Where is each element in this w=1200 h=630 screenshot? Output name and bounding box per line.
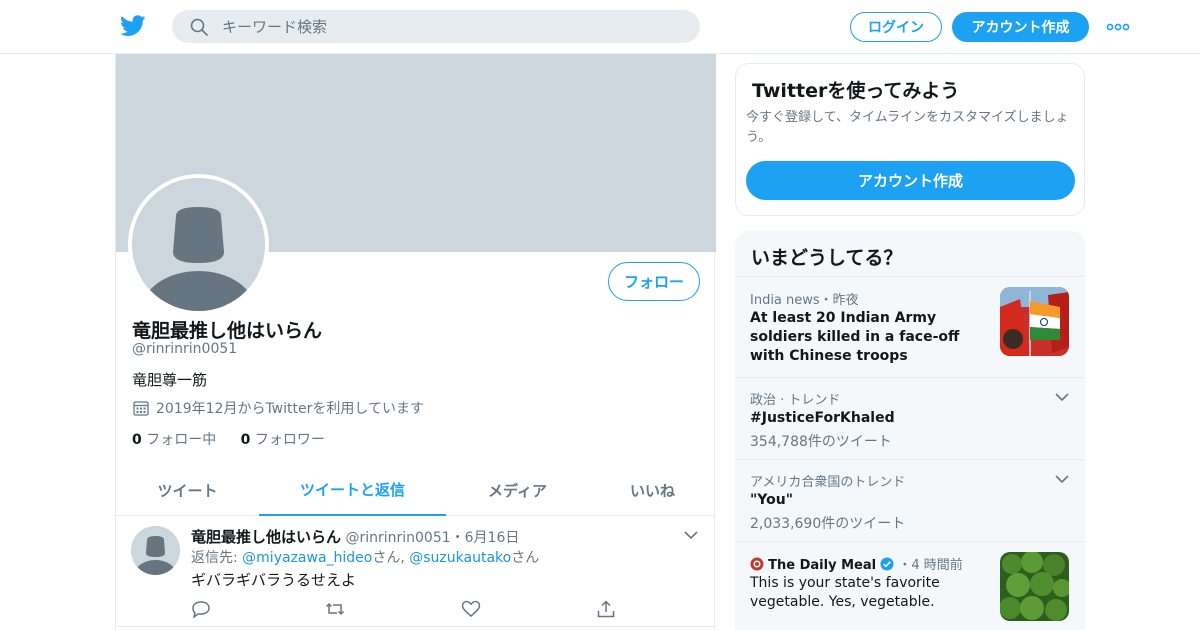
trend-meta: India news・昨夜 <box>750 293 859 308</box>
following-link[interactable]: 0 フォロー中 <box>132 432 216 448</box>
trend-title: At least 20 Indian Army soldiers killed … <box>750 310 960 364</box>
default-avatar-icon <box>132 178 265 311</box>
chevron-down-icon[interactable] <box>1055 475 1069 484</box>
search-icon <box>190 18 208 36</box>
signup-card-title: Twitterを使ってみよう <box>752 80 960 102</box>
chevron-down-icon[interactable] <box>684 531 698 540</box>
profile-tabs: ツイート ツイートと返信 メディア いいね <box>116 464 716 516</box>
trend-title: "You" <box>750 492 794 508</box>
trend-meta: 政治 · トレンド <box>750 393 841 408</box>
trend-title: #JusticeForKhaled <box>750 410 895 426</box>
chevron-down-icon[interactable] <box>1055 393 1069 402</box>
login-button[interactable]: ログイン <box>850 12 942 42</box>
share-icon[interactable] <box>596 600 616 618</box>
tab-likes[interactable]: いいね <box>589 464 716 516</box>
trends-panel: いまどうしてる？ India news・昨夜 At least 20 India… <box>735 231 1085 630</box>
trends-heading: いまどうしてる？ <box>751 247 903 269</box>
joined-text: 2019年12月からTwitterを利用しています <box>156 401 424 417</box>
profile-handle: @rinrinrin0051 <box>132 341 238 357</box>
reply-user-link[interactable]: @miyazawa_hideo <box>242 550 372 566</box>
heart-icon[interactable] <box>461 600 481 618</box>
default-avatar-icon <box>131 526 180 575</box>
twitter-bird-icon[interactable] <box>120 14 146 38</box>
tweet-header: 竜胆最推し他はいらん @rinrinrin0051・6月16日 <box>191 526 519 547</box>
calendar-icon <box>133 401 149 416</box>
profile-bio: 竜胆尊一筋 <box>132 371 208 389</box>
profile-counts: 0 フォロー中 0 フォロワー <box>132 429 325 449</box>
signup-button[interactable]: アカウント作成 <box>952 12 1089 42</box>
tab-tweets[interactable]: ツイート <box>116 464 259 516</box>
more-options-icon[interactable] <box>1106 22 1130 32</box>
trend-item[interactable]: 政治 · トレンド #JusticeForKhaled 354,788件のツイー… <box>735 377 1085 459</box>
signup-card-button[interactable]: アカウント作成 <box>746 161 1075 200</box>
trend-title: This is your state's favorite vegetable.… <box>750 575 940 610</box>
tab-tweets-and-replies[interactable]: ツイートと返信 <box>259 464 446 516</box>
india-flags-thumbnail <box>1000 287 1069 356</box>
retweet-icon[interactable] <box>325 600 345 618</box>
trend-source-name[interactable]: The Daily Meal <box>768 558 876 573</box>
follow-button[interactable]: フォロー <box>608 262 700 301</box>
reply-user-link[interactable]: @suzukautako <box>409 550 511 566</box>
profile-joined-date: 2019年12月からTwitterを利用しています <box>132 398 424 418</box>
tweet-item[interactable]: 竜胆最推し他はいらん @rinrinrin0051・6月16日 返信先: @mi… <box>116 517 716 627</box>
reply-icon[interactable] <box>191 600 211 618</box>
tweet-text: ギバラギバラうるせえよ <box>191 571 357 589</box>
broccoli-thumbnail <box>1000 552 1069 621</box>
profile-name: 竜胆最推し他はいらん <box>132 320 323 342</box>
tweet-reply-to: 返信先: @miyazawa_hideoさん, @suzukautakoさん <box>191 550 540 566</box>
trend-meta: The Daily Meal ・4 時間前 <box>750 554 963 573</box>
profile-column: フォロー 竜胆最推し他はいらん @rinrinrin0051 竜胆尊一筋 201… <box>115 54 716 630</box>
profile-avatar[interactable] <box>128 174 269 315</box>
verified-badge-icon <box>880 557 894 571</box>
signup-card-description: 今すぐ登録して、タイムラインをカスタマイズしましょう。 <box>746 110 1069 145</box>
trend-item[interactable]: アメリカ合衆国のトレンド "You" 2,033,690件のツイート <box>735 459 1085 541</box>
search-input[interactable] <box>222 10 682 43</box>
trend-count: 2,033,690件のツイート <box>750 516 906 532</box>
tweet-avatar[interactable] <box>131 526 180 575</box>
trend-count: 354,788件のツイート <box>750 434 892 450</box>
top-navigation-bar: ログイン アカウント作成 <box>0 0 1200 54</box>
trend-meta: アメリカ合衆国のトレンド <box>750 475 906 490</box>
tab-media[interactable]: メディア <box>446 464 589 516</box>
trend-item[interactable]: The Daily Meal ・4 時間前 This is your state… <box>735 541 1085 630</box>
followers-link[interactable]: 0 フォロワー <box>241 432 325 448</box>
signup-card: Twitterを使ってみよう 今すぐ登録して、タイムラインをカスタマイズしましょ… <box>735 63 1085 216</box>
trend-item[interactable]: India news・昨夜 At least 20 Indian Army so… <box>735 276 1085 377</box>
daily-meal-logo-icon <box>750 557 764 571</box>
tweet-meta: @rinrinrin0051・6月16日 <box>345 530 520 546</box>
tweet-author-name[interactable]: 竜胆最推し他はいらん <box>191 528 341 546</box>
search-bar[interactable] <box>172 10 700 43</box>
